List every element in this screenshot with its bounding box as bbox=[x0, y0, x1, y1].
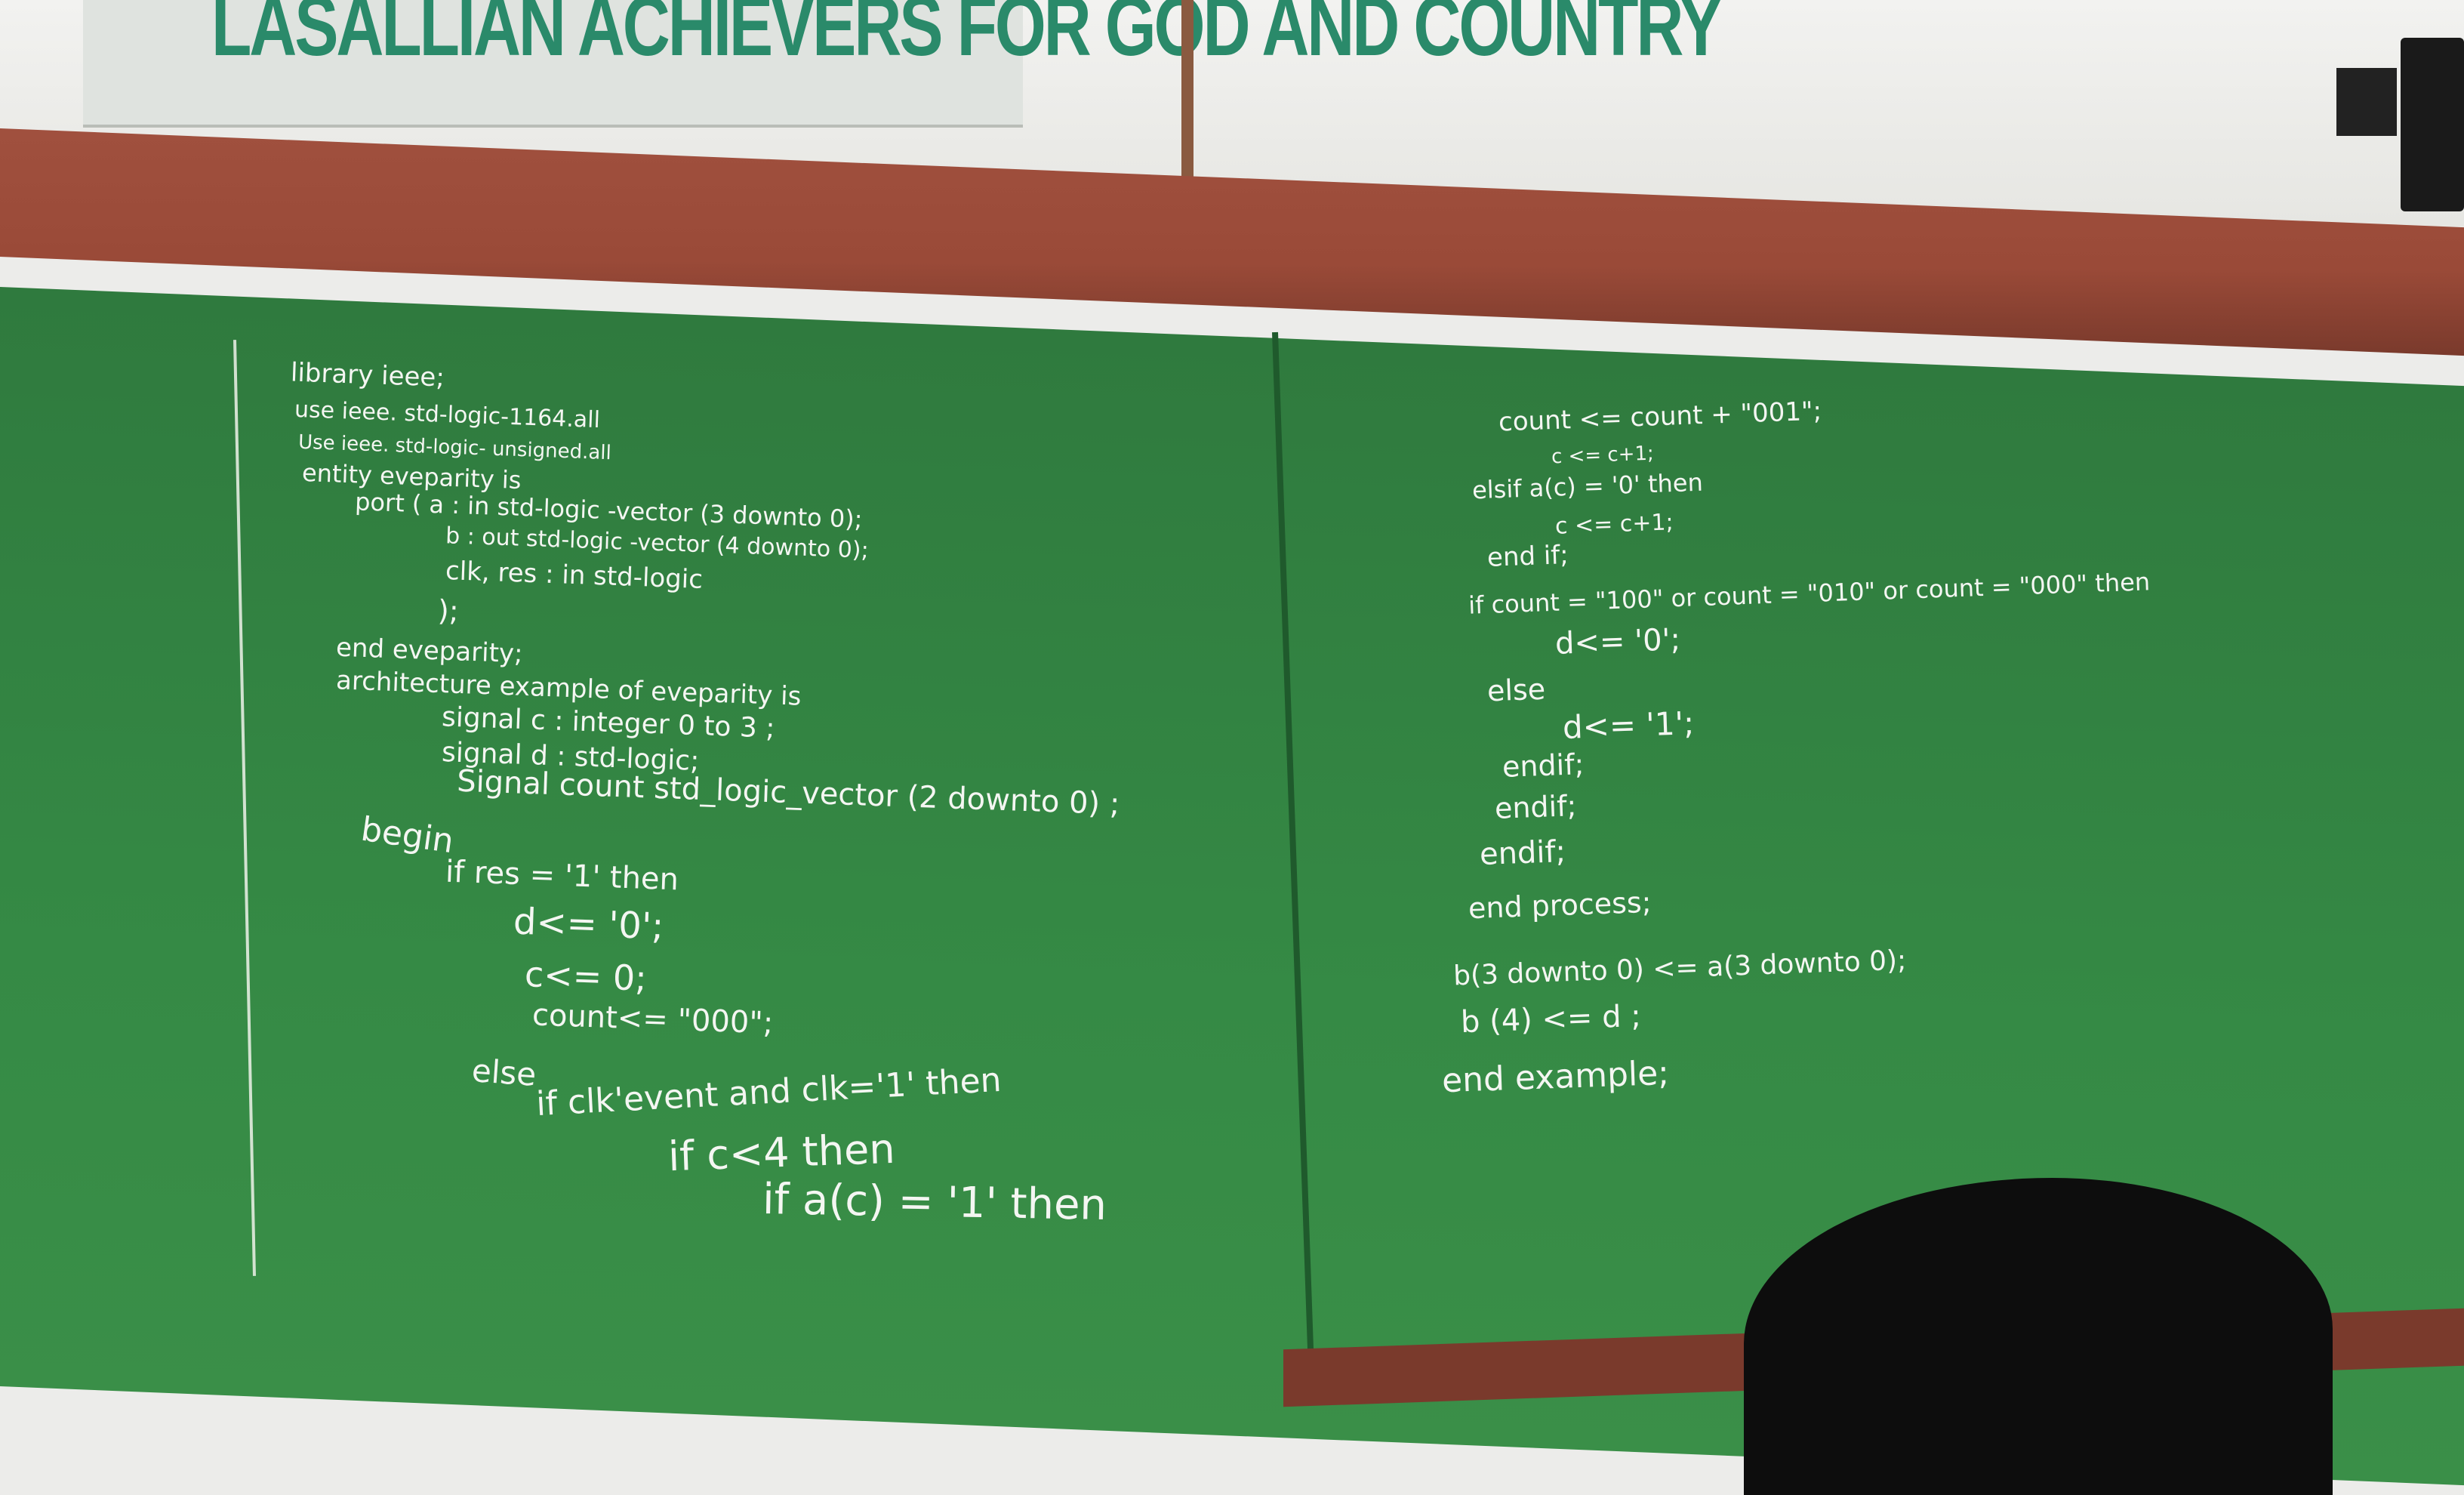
code-line: if res = '1' then bbox=[445, 854, 679, 898]
code-line: d<= '1'; bbox=[1562, 704, 1696, 747]
code-line: end eveparity; bbox=[335, 632, 524, 670]
code-line: c <= c+1; bbox=[1554, 509, 1674, 540]
code-line: d<= '0'; bbox=[1554, 622, 1681, 661]
speaker-bracket bbox=[2336, 68, 2397, 136]
code-line: ); bbox=[437, 593, 460, 628]
code-line: d<= '0'; bbox=[513, 900, 665, 948]
code-line: if a(c) = '1' then bbox=[762, 1175, 1107, 1230]
code-line: endif; bbox=[1502, 748, 1585, 784]
code-line: end if; bbox=[1486, 540, 1569, 573]
code-line: endif; bbox=[1494, 789, 1578, 825]
wall-speaker bbox=[2401, 38, 2464, 211]
crucifix-cord bbox=[1181, 0, 1194, 200]
code-line: else bbox=[470, 1052, 537, 1093]
code-line: end example; bbox=[1441, 1053, 1670, 1101]
code-line: library ieee; bbox=[290, 357, 445, 393]
motto-banner: LASALLIAN ACHIEVERS FOR GOD AND COUNTRY bbox=[83, 0, 1723, 128]
code-line: if c<4 then bbox=[667, 1124, 896, 1181]
code-line: c<= 0; bbox=[524, 954, 648, 999]
code-line: endif; bbox=[1479, 834, 1566, 872]
code-line: elsif a(c) = '0' then bbox=[1471, 467, 1704, 505]
code-line: entity eveparity is bbox=[301, 458, 522, 495]
code-line: else bbox=[1486, 672, 1546, 708]
banner-text: LASALLIAN ACHIEVERS FOR GOD AND COUNTRY bbox=[211, 0, 1723, 73]
code-line: c <= c+1; bbox=[1551, 442, 1655, 469]
code-line: count<= "000"; bbox=[531, 997, 774, 1041]
code-line: end process; bbox=[1468, 885, 1652, 926]
code-line: b (4) <= d ; bbox=[1460, 998, 1642, 1040]
